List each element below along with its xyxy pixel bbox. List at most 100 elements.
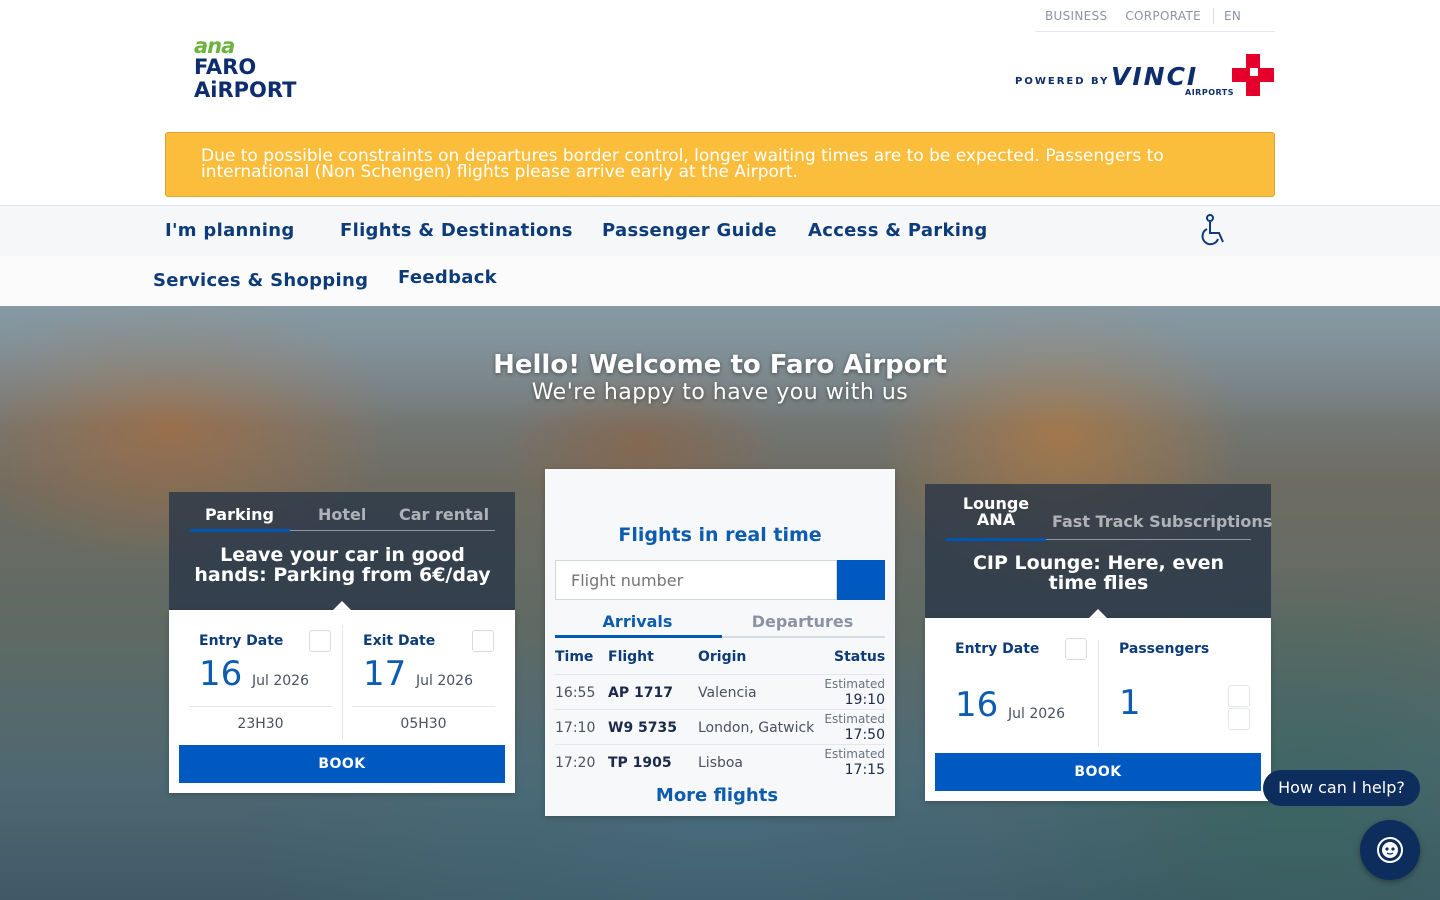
lounge-headline: CIP Lounge: Here, even time flies — [972, 552, 1225, 594]
entry-month[interactable]: Jul 2026 — [1008, 706, 1065, 722]
parking-headline: Leave your car in good hands: Parking fr… — [194, 544, 491, 586]
divider — [352, 706, 495, 707]
nav-access-parking[interactable]: Access & Parking — [808, 220, 988, 241]
entry-time[interactable]: 23H30 — [189, 716, 332, 732]
lounge-booking-form: Entry Date 16 Jul 2026 Passengers 1 BOOK — [925, 618, 1271, 801]
chat-prompt[interactable]: How can I help? — [1263, 770, 1420, 806]
exit-date-label: Exit Date — [363, 633, 436, 649]
tab-hotel[interactable]: Hotel — [318, 505, 366, 524]
flight-number: W9 5735 — [608, 720, 678, 736]
logo-line-1: FARO — [194, 55, 257, 79]
corporate-link[interactable]: CORPORATE — [1125, 9, 1201, 23]
flight-tabs: Arrivals Departures — [555, 606, 885, 638]
more-flights-link[interactable]: More flights — [545, 785, 895, 806]
divider — [189, 706, 332, 707]
flight-status: Estimated — [824, 677, 885, 691]
book-parking-button[interactable]: BOOK — [179, 745, 505, 783]
entry-day[interactable]: 16 — [955, 685, 998, 725]
language-selector[interactable]: EN — [1224, 9, 1241, 23]
table-row[interactable]: 17:20 TP 1905 Lisboa Estimated 17:15 — [555, 744, 885, 779]
search-icon[interactable] — [837, 560, 885, 600]
chatbot-icon — [1377, 837, 1403, 863]
book-lounge-button[interactable]: BOOK — [935, 753, 1261, 791]
column-header-origin: Origin — [698, 649, 747, 665]
tab-fast-track[interactable]: Fast Track Subscriptions — [1052, 512, 1272, 531]
entry-month[interactable]: Jul 2026 — [252, 673, 309, 689]
flight-number-input[interactable] — [555, 560, 837, 600]
tab-parking[interactable]: Parking — [205, 505, 274, 524]
entry-day[interactable]: 16 — [199, 654, 242, 694]
tab-arrivals[interactable]: Arrivals — [555, 612, 720, 631]
increment-icon[interactable] — [1228, 685, 1250, 707]
nav-feedback[interactable]: Feedback — [398, 267, 497, 288]
exit-month[interactable]: Jul 2026 — [416, 673, 473, 689]
calendar-icon[interactable] — [472, 630, 494, 652]
calendar-icon[interactable] — [309, 630, 331, 652]
flight-number: AP 1717 — [608, 685, 673, 701]
accessibility-icon[interactable] — [1198, 214, 1228, 248]
nav-passenger-guide[interactable]: Passenger Guide — [602, 220, 777, 241]
flight-origin: Valencia — [698, 685, 757, 701]
logo-line-2: AiRPORT — [194, 78, 297, 102]
ana-logo-text: ana — [194, 34, 235, 58]
panel-notch — [1089, 609, 1107, 618]
entry-date-label: Entry Date — [955, 641, 1040, 657]
booking-tabs: Parking Hotel Car rental — [190, 493, 495, 532]
tab-car-rental[interactable]: Car rental — [399, 505, 489, 524]
flight-time: 16:55 — [555, 685, 596, 701]
entry-date-label: Entry Date — [199, 633, 284, 649]
flights-title: Flights in real time — [618, 524, 822, 546]
column-header-time: Time — [555, 649, 594, 665]
faro-airport-logo[interactable]: ana FARO AiRPORT — [194, 36, 319, 102]
active-tab-indicator — [190, 529, 290, 532]
divider — [1212, 7, 1214, 24]
divider — [1098, 640, 1099, 747]
passengers-label: Passengers — [1119, 641, 1210, 657]
chatbot-button[interactable] — [1360, 820, 1420, 880]
vinci-wordmark: VINCI — [1111, 62, 1199, 91]
more-flights-label: More flights — [655, 785, 779, 806]
parking-booking-form: Entry Date 16 Jul 2026 23H30 Exit Date 1… — [169, 610, 515, 793]
flight-status: Estimated — [824, 712, 885, 726]
hero-title: Hello! Welcome to Faro Airport — [493, 350, 947, 380]
flight-time: 17:20 — [555, 755, 596, 771]
hero-subtitle: We're happy to have you with us — [531, 380, 909, 405]
exit-day[interactable]: 17 — [363, 654, 406, 694]
tab-lounge-ana[interactable]: Lounge ANA — [946, 496, 1046, 528]
decrement-icon[interactable] — [1228, 708, 1250, 730]
tab-departures[interactable]: Departures — [720, 612, 885, 631]
flight-origin: London, Gatwick — [698, 720, 815, 736]
nav-flights-destinations[interactable]: Flights & Destinations — [340, 220, 573, 241]
utility-bar: BUSINESS CORPORATE EN — [1035, 0, 1275, 32]
flight-status-time: 17:50 — [844, 727, 885, 743]
lounge-tabs: Lounge ANA Fast Track Subscriptions — [946, 490, 1272, 541]
exit-time[interactable]: 05H30 — [352, 716, 495, 732]
calendar-icon[interactable] — [1065, 638, 1087, 660]
main-navigation: I'm planning Flights & Destinations Pass… — [0, 205, 1440, 306]
flight-status: Estimated — [824, 747, 885, 761]
alert-message: Due to possible constraints on departure… — [201, 146, 1164, 182]
column-header-status: Status — [834, 649, 886, 665]
business-link[interactable]: BUSINESS — [1045, 9, 1107, 23]
vinci-cross-icon — [1232, 54, 1274, 96]
flight-time: 17:10 — [555, 720, 596, 736]
active-tab-indicator — [946, 538, 1046, 541]
panel-notch — [333, 601, 351, 610]
table-row[interactable]: 16:55 AP 1717 Valencia Estimated 19:10 — [555, 674, 885, 709]
flight-status-time: 19:10 — [844, 692, 885, 708]
plane-icon — [706, 480, 736, 520]
divider — [342, 625, 343, 740]
active-tab-indicator — [555, 635, 722, 638]
airports-wordmark: AIRPORTS — [1185, 88, 1235, 97]
nav-services-shopping[interactable]: Services & Shopping — [153, 270, 368, 291]
column-header-flight: Flight — [608, 649, 654, 665]
table-row[interactable]: 17:10 W9 5735 London, Gatwick Estimated … — [555, 709, 885, 744]
flight-number: TP 1905 — [608, 755, 672, 771]
passenger-count[interactable]: 1 — [1119, 683, 1141, 723]
vinci-airports-logo[interactable]: POWERED BY VINCI AIRPORTS — [1015, 54, 1277, 98]
nav-label: I'm planning — [165, 220, 295, 241]
flight-origin: Lisboa — [698, 755, 744, 771]
powered-by-label: POWERED BY — [1015, 76, 1110, 87]
nav-im-planning[interactable]: I'm planning — [165, 220, 309, 241]
border-control-alert: Due to possible constraints on departure… — [165, 132, 1275, 197]
